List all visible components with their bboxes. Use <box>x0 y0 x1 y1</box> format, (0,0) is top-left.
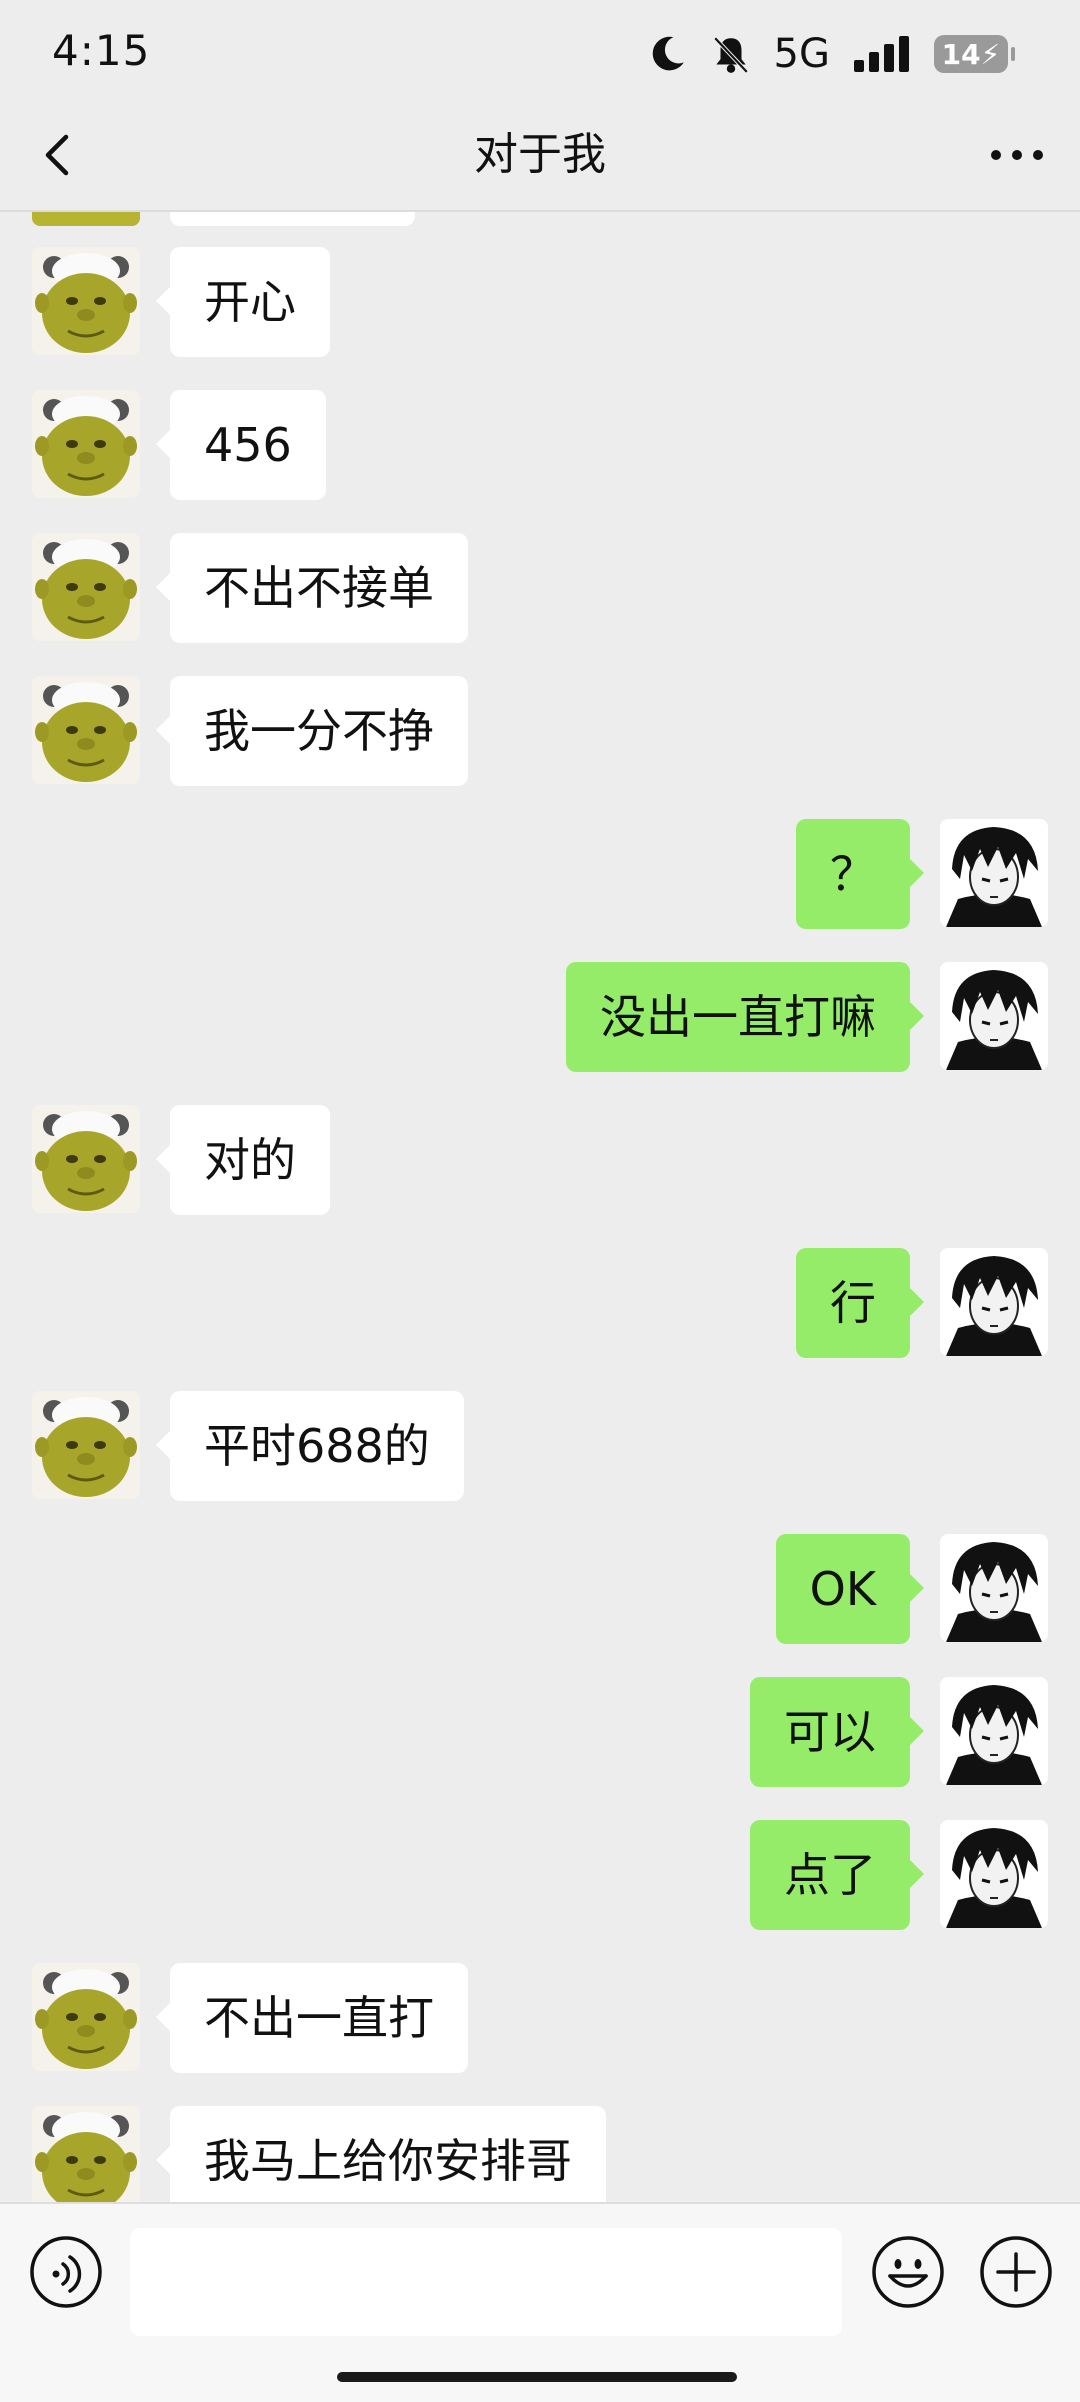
message-bubble[interactable]: 456 <box>156 390 326 500</box>
sent-message: ？ <box>0 819 1080 929</box>
sent-message: OK <box>0 1534 1080 1644</box>
message-bubble[interactable]: 不出不接单 <box>156 533 468 643</box>
battery-level: 14 <box>941 37 981 71</box>
received-message: 平时688的 <box>0 1391 1080 1501</box>
message-bubble[interactable]: 不出一直打 <box>156 1963 468 2073</box>
status-time: 4:15 <box>52 26 151 75</box>
voice-icon[interactable] <box>28 2234 104 2310</box>
self-avatar[interactable] <box>940 1820 1048 1928</box>
contact-avatar[interactable] <box>32 1963 140 2071</box>
message-bubble[interactable]: 点了 <box>750 1820 924 1930</box>
signal-icon <box>854 36 909 72</box>
message-bubble[interactable]: 我马上给你安排哥 <box>156 2106 606 2202</box>
message-list[interactable]: 开心 456 不出不接单我一分不挣 ？ 没出一直打嘛对的行平时688的 OK 可以点了不出一… <box>0 212 1080 2202</box>
contact-avatar[interactable] <box>32 247 140 355</box>
partial-message-bubble <box>170 212 415 226</box>
chat-header: 对于我 <box>0 100 1080 212</box>
message-bubble[interactable]: OK <box>775 1534 925 1644</box>
moon-icon <box>652 36 684 71</box>
muted-bell-icon <box>713 36 748 74</box>
received-message: 开心 <box>0 247 1080 357</box>
contact-avatar[interactable] <box>32 2106 140 2202</box>
network-label: 5G <box>773 31 830 77</box>
message-bubble[interactable]: 我一分不挣 <box>156 676 468 786</box>
chat-title: 对于我 <box>474 129 606 180</box>
self-avatar[interactable] <box>940 1677 1048 1785</box>
message-bubble[interactable]: 开心 <box>156 247 330 357</box>
self-avatar[interactable] <box>940 962 1048 1070</box>
message-bubble[interactable]: 平时688的 <box>156 1391 464 1501</box>
message-bubble[interactable]: 没出一直打嘛 <box>566 962 924 1072</box>
contact-avatar[interactable] <box>32 390 140 498</box>
received-message: 456 <box>0 390 1080 500</box>
status-indicators: 5G 14 ⚡ <box>646 26 1015 82</box>
sent-message: 点了 <box>0 1820 1080 1930</box>
status-bar: 4:15 5G 14 ⚡ <box>0 0 1080 100</box>
plus-icon[interactable] <box>978 2234 1054 2310</box>
message-bubble[interactable]: 可以 <box>750 1677 924 1787</box>
more-icon[interactable] <box>982 125 1052 185</box>
received-message: 不出一直打 <box>0 1963 1080 2073</box>
received-message: 不出不接单 <box>0 533 1080 643</box>
self-avatar[interactable] <box>940 1534 1048 1642</box>
emoji-icon[interactable] <box>870 2234 946 2310</box>
message-input[interactable] <box>130 2228 842 2336</box>
message-bubble[interactable]: ？ <box>796 819 924 929</box>
sent-message: 行 <box>0 1248 1080 1358</box>
received-message: 我马上给你安排哥 <box>0 2106 1080 2202</box>
self-avatar[interactable] <box>940 819 1048 927</box>
sent-message: 没出一直打嘛 <box>0 962 1080 1072</box>
message-bubble[interactable]: 对的 <box>156 1105 330 1215</box>
partial-avatar <box>32 212 140 226</box>
home-indicator <box>337 2372 737 2382</box>
battery-icon: 14 ⚡ <box>934 35 1015 73</box>
message-bubble[interactable]: 行 <box>796 1248 924 1358</box>
contact-avatar[interactable] <box>32 533 140 641</box>
contact-avatar[interactable] <box>32 1391 140 1499</box>
contact-avatar[interactable] <box>32 676 140 784</box>
sent-message: 可以 <box>0 1677 1080 1787</box>
received-message: 对的 <box>0 1105 1080 1215</box>
contact-avatar[interactable] <box>32 1105 140 1213</box>
received-message: 我一分不挣 <box>0 676 1080 786</box>
self-avatar[interactable] <box>940 1248 1048 1356</box>
